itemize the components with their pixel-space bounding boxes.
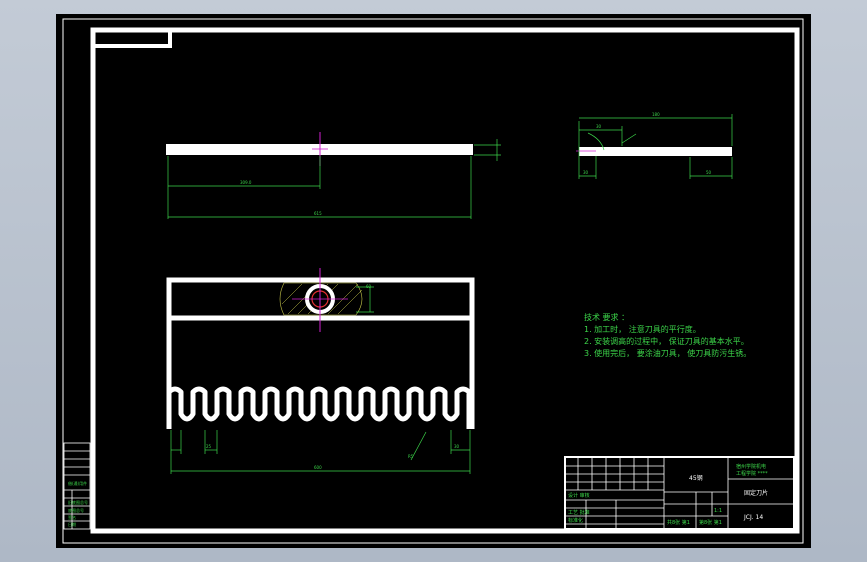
tech-title: 技术 要求 ： xyxy=(584,312,629,322)
side-bar xyxy=(579,147,732,156)
side-label-3: 底图总号 xyxy=(68,507,84,513)
tech-requirements: 技术 要求 ： 1. 加工时， 注意刀具的平行度。 2. 安装调高的过程中， 保… xyxy=(584,312,751,358)
tech-item-2: 2. 安装调高的过程中， 保证刀具的基本水平。 xyxy=(584,336,749,346)
tech-item-3: 3. 使用完后， 要涂油刀具， 使刀具防污生锈。 xyxy=(584,348,751,358)
dim-top-half: 309.0 xyxy=(240,180,252,185)
top-view: 309.0 615 xyxy=(166,132,501,219)
tb-drawing-number: JCJ. 14 xyxy=(743,514,763,521)
dim-side-left: 30 xyxy=(583,170,589,175)
cad-viewport[interactable]: 借(通)用件 旧底图总号 底图总号 签名 日期 309.0 615 180 30… xyxy=(56,14,811,548)
tb-material: 45钢 xyxy=(689,474,703,482)
side-label-1: 借(通)用件 xyxy=(68,480,87,486)
tb-school-2: 工程学院 **** xyxy=(736,470,768,477)
side-view: 180 30 30 50 xyxy=(576,112,733,179)
front-view: 60 600 25 30 R5 xyxy=(166,268,475,474)
tb-standard: 标准化 xyxy=(568,517,583,524)
dim-angle: R5 xyxy=(408,454,414,459)
dim-side-right: 50 xyxy=(706,170,712,175)
dim-front-total: 600 xyxy=(314,465,322,470)
dim-side-small: 30 xyxy=(596,124,602,129)
dim-top-total: 615 xyxy=(314,211,322,216)
dim-slot-width: 25 xyxy=(206,444,212,449)
tb-sheet-left: 共8张 第1 xyxy=(667,519,690,526)
tb-scale: 1:1 xyxy=(714,508,722,514)
dim-depth: 60 xyxy=(366,284,372,289)
comb-teeth xyxy=(166,386,472,429)
tb-sheet-right: 第8张 第1 xyxy=(699,519,722,526)
tb-process: 工艺 批准 xyxy=(568,509,590,516)
tb-part-name: 固定刀片 xyxy=(744,489,768,497)
title-block: 45钢 宿州学院机电 工程学院 **** 固定刀片 JCJ. 14 1:1 共8… xyxy=(564,456,795,530)
dim-slot-end: 30 xyxy=(454,444,460,449)
tb-school-1: 宿州学院机电 xyxy=(736,463,766,470)
side-label-4: 签名 xyxy=(68,514,76,520)
drawing-sheet: 借(通)用件 旧底图总号 底图总号 签名 日期 309.0 615 180 30… xyxy=(62,18,804,544)
tb-designer: 设计 审核 xyxy=(568,492,590,499)
side-label-5: 日期 xyxy=(68,521,76,527)
side-label-2: 旧底图总号 xyxy=(68,499,88,505)
dim-side-length: 180 xyxy=(652,112,660,117)
tech-item-1: 1. 加工时， 注意刀具的平行度。 xyxy=(584,324,701,334)
